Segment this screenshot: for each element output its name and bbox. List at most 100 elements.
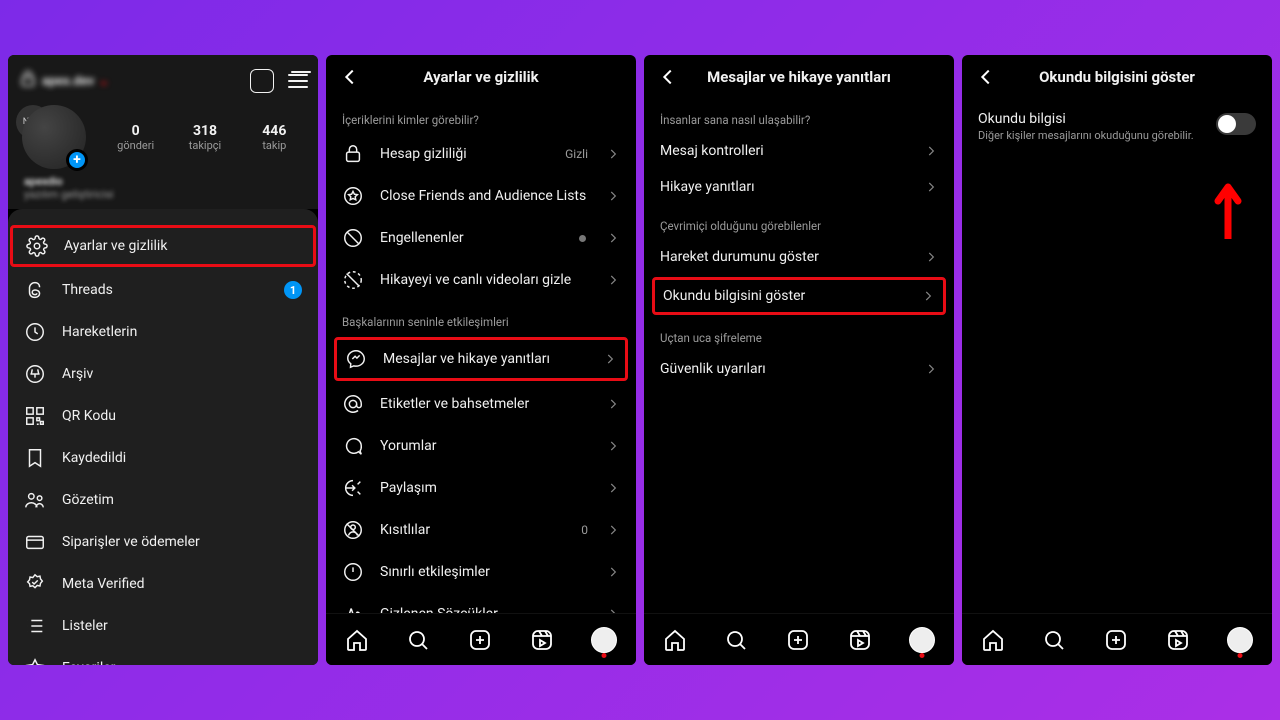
annotation-arrow-icon: [1214, 181, 1242, 239]
settings-row[interactable]: Hareket durumunu göster: [644, 239, 954, 275]
settings-row[interactable]: Hikayeyi ve canlı videoları gizle: [326, 259, 636, 301]
drawer-item-supervise[interactable]: Gözetim: [8, 479, 318, 521]
drawer-item-gear[interactable]: Ayarlar ve gizlilik: [10, 225, 316, 267]
read-receipt-setting: Okundu bilgisi Diğer kişiler mesajlarını…: [962, 99, 1272, 154]
tab-search[interactable]: [1042, 628, 1066, 652]
section-title-reach: İnsanlar sana nasıl ulaşabilir?: [644, 99, 954, 133]
chevron-right-icon: [606, 523, 620, 537]
hide-icon: [342, 269, 364, 291]
section-title-content-seen: İçeriklerini kimler görebilir?: [326, 99, 636, 133]
settings-row-label: Yorumlar: [380, 438, 590, 454]
read-receipt-toggle[interactable]: [1216, 113, 1256, 135]
screen-profile: apex.dev ⌄ Not… + 0gönderi 318takipçi 44…: [8, 55, 318, 665]
header: Ayarlar ve gizlilik: [326, 55, 636, 99]
profile-drawer: Ayarlar ve gizlilikThreads1HareketlerinA…: [8, 209, 318, 665]
tab-bar: [962, 613, 1272, 665]
card-icon: [24, 531, 46, 553]
drawer-item-label: Listeler: [62, 618, 302, 634]
username-dropdown[interactable]: apex.dev ⌄: [18, 69, 109, 93]
settings-row[interactable]: Etiketler ve bahsetmeler: [326, 383, 636, 425]
tab-create[interactable]: [786, 628, 810, 652]
notification-badge: 1: [284, 281, 302, 299]
section-title-interactions: Başkalarının seninle etkileşimleri: [326, 301, 636, 335]
drawer-item-qr[interactable]: QR Kodu: [8, 395, 318, 437]
settings-row-label: Etiketler ve bahsetmeler: [380, 396, 590, 412]
settings-row[interactable]: Mesaj kontrolleri: [644, 133, 954, 169]
tab-create[interactable]: [468, 628, 492, 652]
tab-bar: [644, 613, 954, 665]
tab-search[interactable]: [724, 628, 748, 652]
drawer-item-card[interactable]: Siparişler ve ödemeler: [8, 521, 318, 563]
settings-row[interactable]: Mesajlar ve hikaye yanıtları: [334, 337, 628, 381]
settings-row[interactable]: Hikaye yanıtları: [644, 169, 954, 205]
drawer-item-label: Meta Verified: [62, 576, 302, 592]
settings-row[interactable]: Gizlenen Sözcükler: [326, 593, 636, 613]
tab-home[interactable]: [981, 628, 1005, 652]
drawer-item-verified[interactable]: Meta Verified: [8, 563, 318, 605]
back-button[interactable]: [332, 55, 368, 99]
settings-row-label: Güvenlik uyarıları: [660, 361, 908, 377]
stat-followers[interactable]: 318takipçi: [177, 123, 232, 152]
messenger-icon: [345, 348, 367, 370]
profile-avatar[interactable]: +: [22, 105, 94, 169]
tab-profile[interactable]: [591, 627, 617, 653]
drawer-item-bookmark[interactable]: Kaydedildi: [8, 437, 318, 479]
settings-row[interactable]: Güvenlik uyarıları: [644, 351, 954, 387]
tab-profile[interactable]: [1227, 627, 1253, 653]
menu-button[interactable]: [288, 74, 308, 88]
tab-search[interactable]: [406, 628, 430, 652]
settings-row[interactable]: Close Friends and Audience Lists: [326, 175, 636, 217]
hidden-words-icon: [342, 603, 364, 613]
tab-bar: [326, 613, 636, 665]
stat-posts[interactable]: 0gönderi: [108, 123, 163, 152]
tab-profile[interactable]: [909, 627, 935, 653]
settings-row[interactable]: Engellenenler: [326, 217, 636, 259]
activity-icon: [24, 321, 46, 343]
tab-create[interactable]: [1104, 628, 1128, 652]
drawer-item-activity[interactable]: Hareketlerin: [8, 311, 318, 353]
drawer-item-star[interactable]: Favoriler: [8, 647, 318, 665]
chevron-right-icon: [603, 352, 617, 366]
tab-home[interactable]: [345, 628, 369, 652]
section-title-e2e: Uçtan uca şifreleme: [644, 317, 954, 351]
settings-row-label: Hesap gizliliği: [380, 146, 549, 162]
settings-row[interactable]: Kısıtlılar0: [326, 509, 636, 551]
back-button[interactable]: [650, 55, 686, 99]
settings-row[interactable]: Paylaşım: [326, 467, 636, 509]
drawer-item-label: Kaydedildi: [62, 450, 302, 466]
chevron-right-icon: [606, 439, 620, 453]
chevron-right-icon: [606, 231, 620, 245]
settings-row-label: Hikaye yanıtları: [660, 179, 908, 195]
supervise-icon: [24, 489, 46, 511]
limit-icon: [342, 561, 364, 583]
drawer-item-label: Favoriler: [62, 660, 302, 665]
tab-reels[interactable]: [530, 628, 554, 652]
chevron-right-icon: [606, 607, 620, 613]
star-icon: [24, 657, 46, 665]
verified-icon: [24, 573, 46, 595]
add-story-icon[interactable]: +: [66, 149, 88, 171]
chevron-right-icon: [606, 273, 620, 287]
drawer-item-archive[interactable]: Arşiv: [8, 353, 318, 395]
setting-description: Diğer kişiler mesajlarını okuduğunu göre…: [978, 129, 1206, 142]
tab-reels[interactable]: [1166, 628, 1190, 652]
status-dot-icon: [579, 235, 586, 242]
settings-row[interactable]: Yorumlar: [326, 425, 636, 467]
create-button[interactable]: [250, 69, 274, 93]
setting-title: Okundu bilgisi: [978, 111, 1206, 127]
chevron-right-icon: [606, 147, 620, 161]
settings-row[interactable]: Hesap gizliliğiGizli: [326, 133, 636, 175]
page-title: Ayarlar ve gizlilik: [423, 68, 538, 86]
settings-row[interactable]: Sınırlı etkileşimler: [326, 551, 636, 593]
tab-reels[interactable]: [848, 628, 872, 652]
drawer-item-list[interactable]: Listeler: [8, 605, 318, 647]
tab-home[interactable]: [663, 628, 687, 652]
stat-following[interactable]: 446takip: [247, 123, 302, 152]
back-button[interactable]: [968, 55, 1004, 99]
settings-row[interactable]: Okundu bilgisini göster: [652, 277, 946, 315]
drawer-item-label: Gözetim: [62, 492, 302, 508]
header: Mesajlar ve hikaye yanıtları: [644, 55, 954, 99]
lock-icon: [18, 69, 38, 93]
drawer-item-threads[interactable]: Threads1: [8, 269, 318, 311]
screen-read-receipts: Okundu bilgisini göster Okundu bilgisi D…: [962, 55, 1272, 665]
